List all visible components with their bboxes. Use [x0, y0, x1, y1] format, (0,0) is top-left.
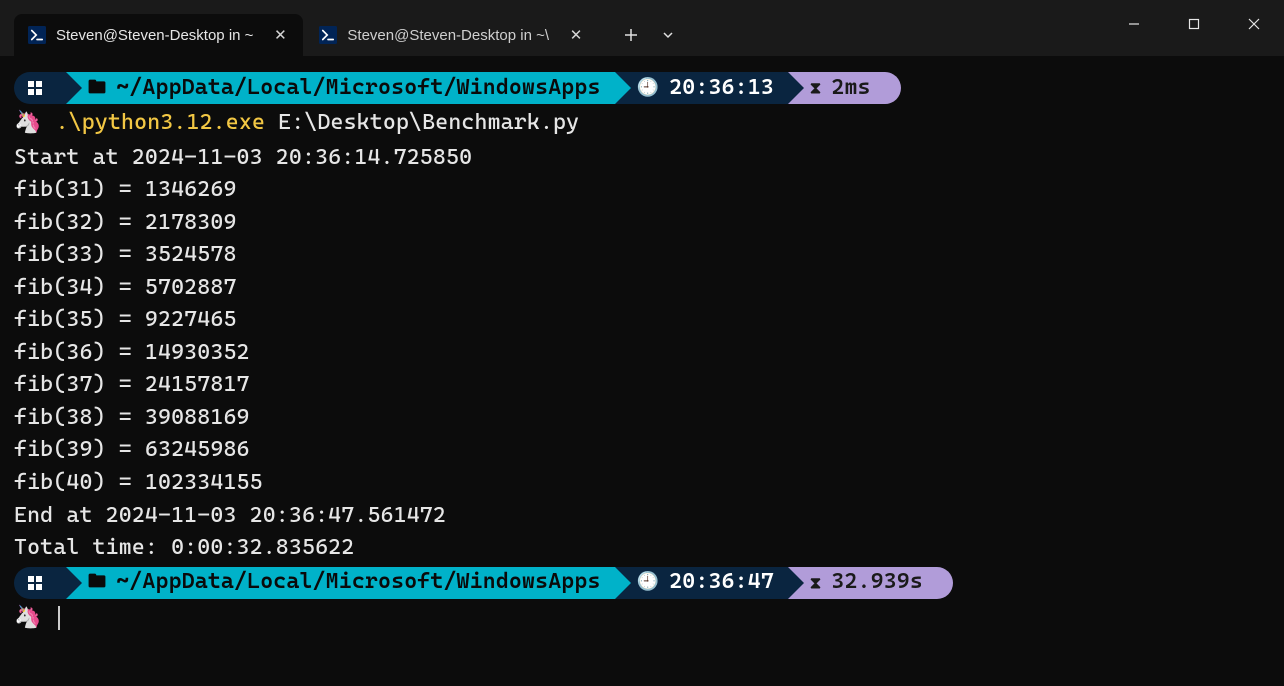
prompt-os-segment [14, 567, 66, 599]
tab-active[interactable]: Steven@Steven-Desktop in ~ ✕ [14, 14, 303, 56]
output-end: End at 2024-11-03 20:36:47.561472 [14, 500, 1270, 533]
powershell-icon [319, 26, 337, 44]
prompt-bar: 🖿 ~/AppData/Local/Microsoft/WindowsApps … [14, 72, 1270, 104]
prompt-time: 20:36:47 [669, 566, 774, 599]
prompt-duration: 32.939s [831, 566, 923, 599]
unicorn-icon: 🦄 [14, 602, 42, 635]
clock-icon: 🕘 [637, 569, 660, 596]
clock-icon: 🕘 [637, 75, 660, 102]
command-line-empty[interactable]: 🦄 [14, 602, 1270, 635]
stopwatch-icon: ⧗ [810, 76, 821, 100]
stopwatch-icon: ⧗ [810, 571, 821, 595]
prompt-path-segment: 🖿 ~/AppData/Local/Microsoft/WindowsApps [66, 72, 615, 104]
prompt-duration-segment: ⧗ 32.939s [788, 567, 937, 599]
tab-title: Steven@Steven-Desktop in ~ [56, 27, 253, 44]
close-icon[interactable]: ✕ [269, 24, 291, 46]
folder-icon: 🖿 [88, 75, 106, 102]
titlebar: Steven@Steven-Desktop in ~ ✕ Steven@Stev… [0, 0, 1284, 56]
tab-title: Steven@Steven-Desktop in ~\ [347, 27, 549, 44]
prompt-os-segment [14, 72, 66, 104]
output-line: fib(40) = 102334155 [14, 467, 1270, 500]
command-argument: E:\Desktop\Benchmark.py [278, 110, 579, 135]
output-line: fib(32) = 2178309 [14, 207, 1270, 240]
prompt-time: 20:36:13 [669, 72, 774, 105]
minimize-button[interactable] [1104, 0, 1164, 48]
windows-icon [28, 576, 42, 590]
command-line: 🦄 .\python3.12.exe E:\Desktop\Benchmark.… [14, 107, 1270, 140]
prompt-path: ~/AppData/Local/Microsoft/WindowsApps [116, 566, 600, 599]
window-controls [1104, 0, 1284, 48]
maximize-button[interactable] [1164, 0, 1224, 48]
prompt-path-segment: 🖿 ~/AppData/Local/Microsoft/WindowsApps [66, 567, 615, 599]
close-button[interactable] [1224, 0, 1284, 48]
tab-inactive[interactable]: Steven@Steven-Desktop in ~\ ✕ [305, 14, 599, 56]
command-executable: .\python3.12.exe [56, 110, 265, 135]
output-line: fib(35) = 9227465 [14, 304, 1270, 337]
powershell-icon [28, 26, 46, 44]
output-line: fib(39) = 63245986 [14, 434, 1270, 467]
prompt-path: ~/AppData/Local/Microsoft/WindowsApps [116, 72, 600, 105]
unicorn-icon: 🦄 [14, 107, 42, 140]
output-line: fib(31) = 1346269 [14, 174, 1270, 207]
output-total: Total time: 0:00:32.835622 [14, 532, 1270, 565]
windows-icon [28, 81, 42, 95]
output-line: fib(38) = 39088169 [14, 402, 1270, 435]
prompt-time-segment: 🕘 20:36:47 [615, 567, 788, 599]
terminal-body[interactable]: 🖿 ~/AppData/Local/Microsoft/WindowsApps … [0, 56, 1284, 652]
close-icon[interactable]: ✕ [565, 24, 587, 46]
output-line: fib(34) = 5702887 [14, 272, 1270, 305]
output-start: Start at 2024-11-03 20:36:14.725850 [14, 142, 1270, 175]
tab-dropdown-button[interactable] [653, 18, 683, 52]
prompt-time-segment: 🕘 20:36:13 [615, 72, 788, 104]
output-line: fib(33) = 3524578 [14, 239, 1270, 272]
prompt-bar: 🖿 ~/AppData/Local/Microsoft/WindowsApps … [14, 567, 1270, 599]
prompt-duration: 2ms [831, 72, 870, 105]
titlebar-actions [611, 14, 683, 56]
output-line: fib(37) = 24157817 [14, 369, 1270, 402]
new-tab-button[interactable] [611, 18, 651, 52]
folder-icon: 🖿 [88, 569, 106, 596]
cursor [58, 606, 60, 630]
output-line: fib(36) = 14930352 [14, 337, 1270, 370]
